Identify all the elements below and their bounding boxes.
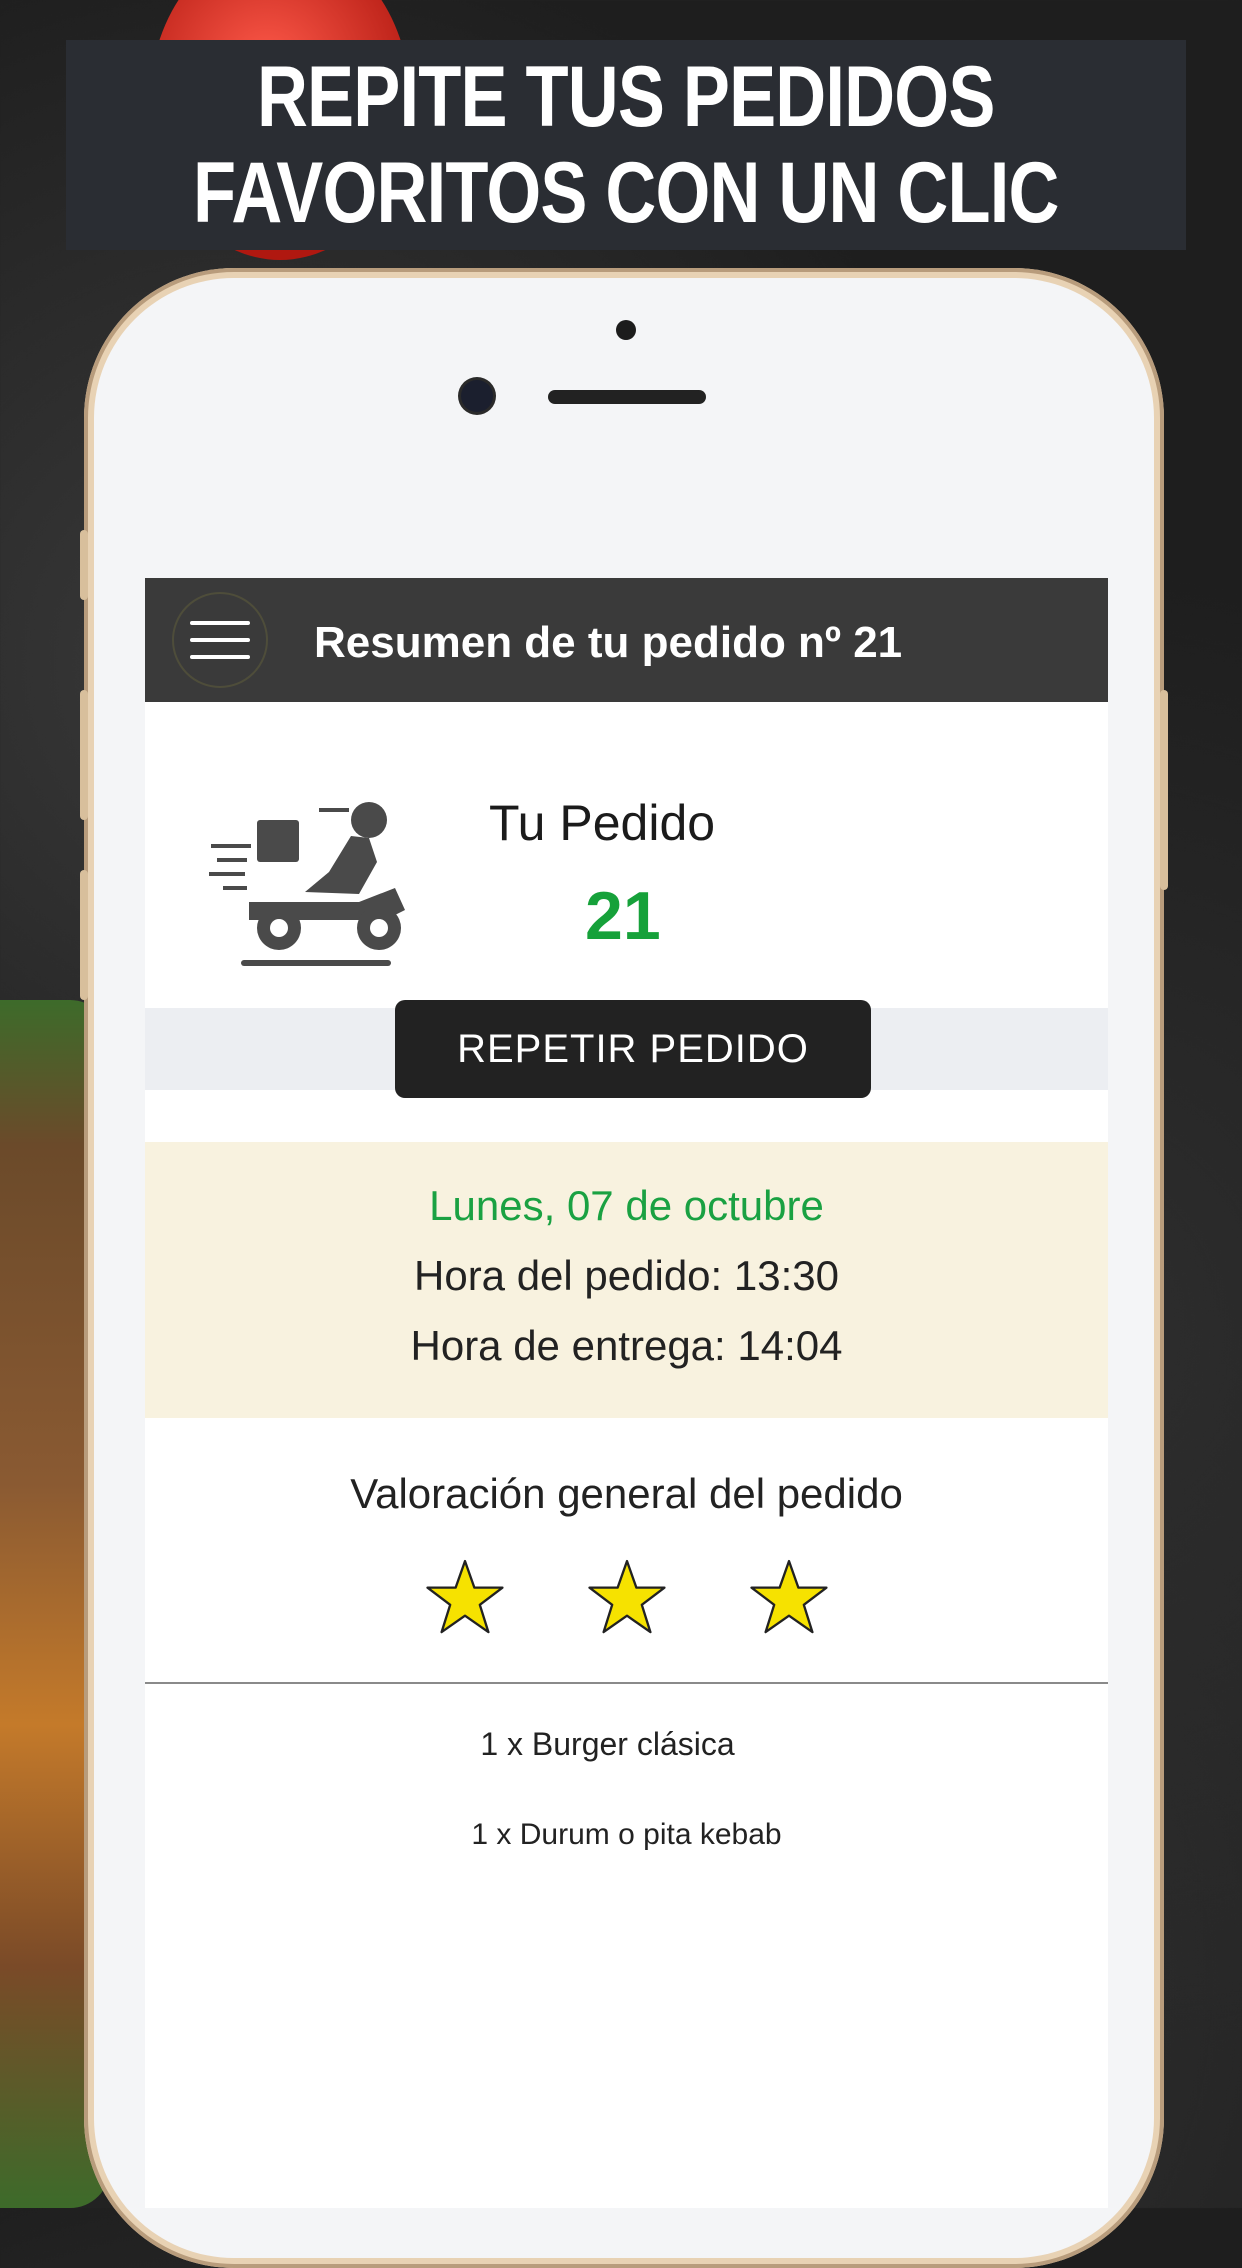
app-header: Resumen de tu pedido nº 21 xyxy=(145,578,1108,702)
app-screen: Resumen de tu pedido nº 21 Tu Pedido 21 … xyxy=(145,578,1108,2208)
earpiece-speaker xyxy=(548,390,706,404)
banner-line-1: REPITE TUS PEDIDOS xyxy=(257,49,995,145)
list-item: 1 x Burger clásica xyxy=(480,1726,735,1762)
star-icon[interactable] xyxy=(749,1558,828,1636)
order-summary: Tu Pedido 21 xyxy=(145,702,1108,1008)
proximity-sensor xyxy=(616,320,636,340)
order-label: Tu Pedido xyxy=(489,795,716,851)
repeat-order-button[interactable]: REPETIR PEDIDO xyxy=(395,1000,871,1098)
phone-power-button xyxy=(1160,690,1168,890)
phone-volume-up xyxy=(80,690,88,820)
star-icon[interactable] xyxy=(587,1558,666,1636)
star-icon[interactable] xyxy=(425,1558,504,1636)
rating-title: Valoración general del pedido xyxy=(350,1470,903,1517)
phone-volume-down xyxy=(80,870,88,1000)
rating-stars xyxy=(145,1558,1108,1636)
repeat-strip: REPETIR PEDIDO xyxy=(145,1000,1108,1098)
delivery-time: Hora de entrega: 14:04 xyxy=(410,1322,843,1369)
order-date: Lunes, 07 de octubre xyxy=(429,1182,824,1229)
order-rating: Valoración general del pedido xyxy=(145,1418,1108,1682)
order-dates: Lunes, 07 de octubre Hora del pedido: 13… xyxy=(145,1142,1108,1418)
order-items: 1 x Burger clásica 1 x Durum o pita keba… xyxy=(145,1684,1108,2084)
order-number: 21 xyxy=(585,878,661,954)
list-item: 1 x Durum o pita kebab xyxy=(471,1818,782,1851)
order-time: Hora del pedido: 13:30 xyxy=(414,1252,839,1299)
delivery-scooter-icon xyxy=(209,802,405,966)
page-title: Resumen de tu pedido nº 21 xyxy=(314,618,903,667)
front-camera xyxy=(461,380,493,412)
hamburger-menu-icon[interactable] xyxy=(172,592,268,688)
banner-line-2: FAVORITOS CON UN CLIC xyxy=(193,145,1059,241)
phone-mute-switch xyxy=(80,530,88,600)
promo-banner: REPITE TUS PEDIDOS FAVORITOS CON UN CLIC xyxy=(66,40,1186,250)
